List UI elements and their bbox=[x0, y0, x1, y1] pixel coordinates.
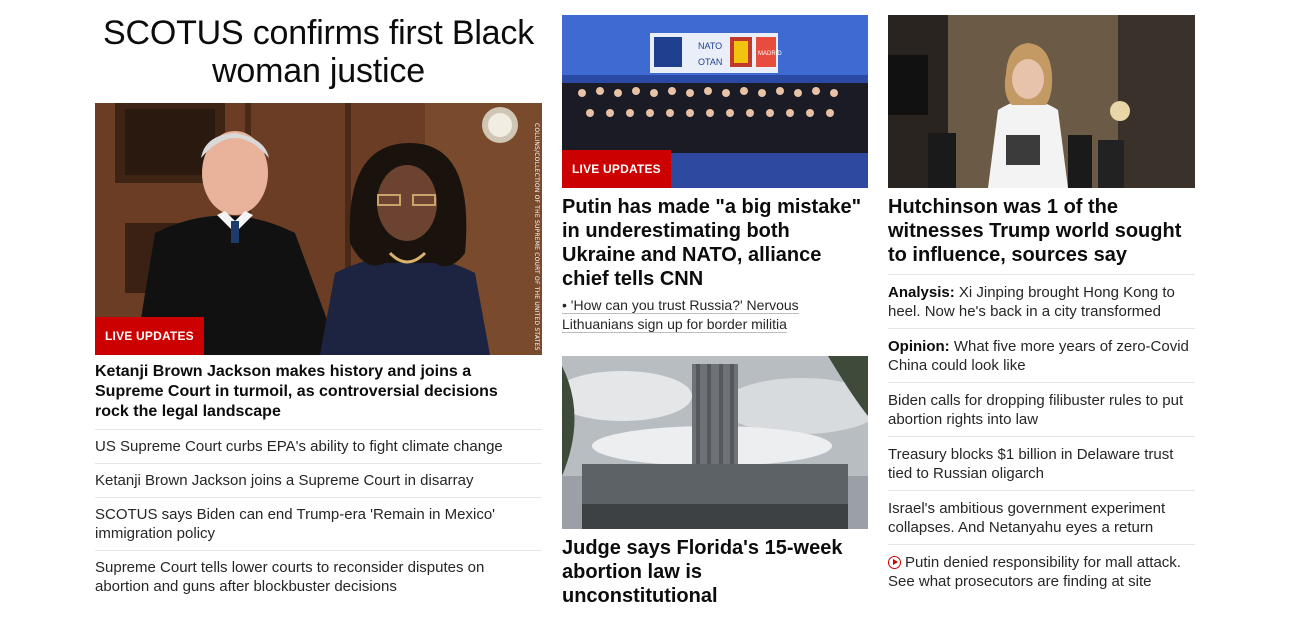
scotus-justices-image[interactable]: COLLINS/COLLECTION OF THE SUPREME COURT … bbox=[95, 103, 542, 355]
live-updates-badge: LIVE UPDATES bbox=[95, 317, 204, 355]
list-item[interactable]: Supreme Court tells lower courts to reco… bbox=[95, 550, 542, 603]
story-text: Biden calls for dropping filibuster rule… bbox=[888, 392, 1184, 428]
hutchinson-headline-link[interactable]: Hutchinson was 1 of the witnesses Trump … bbox=[888, 195, 1195, 267]
florida-abortion-headline-link[interactable]: Judge says Florida's 15-week abortion la… bbox=[562, 536, 862, 608]
list-item[interactable]: SCOTUS says Biden can end Trump-era 'Rem… bbox=[95, 497, 542, 550]
list-item[interactable]: Biden calls for dropping filibuster rule… bbox=[888, 382, 1195, 436]
hutchinson-photo bbox=[888, 15, 1195, 188]
story-prefix: Analysis: bbox=[888, 284, 955, 301]
otan-banner-text: OTAN bbox=[698, 57, 722, 67]
nato-headline-link[interactable]: Putin has made "a big mistake" in undere… bbox=[562, 195, 862, 291]
list-item[interactable]: Ketanji Brown Jackson joins a Supreme Co… bbox=[95, 463, 542, 497]
sublink-text: • 'How can you trust Russia?' Nervous Li… bbox=[562, 297, 799, 333]
hutchinson-image[interactable] bbox=[888, 15, 1195, 188]
list-item[interactable]: Analysis: Xi Jinping brought Hong Kong t… bbox=[888, 274, 1195, 328]
list-item[interactable]: Putin denied responsibility for mall att… bbox=[888, 544, 1195, 598]
play-video-icon bbox=[888, 556, 901, 569]
story-prefix: Opinion: bbox=[888, 338, 950, 355]
story-text: Putin denied responsibility for mall att… bbox=[888, 554, 1181, 590]
more-stories-list: Analysis: Xi Jinping brought Hong Kong t… bbox=[888, 274, 1195, 598]
story-text: Israel's ambitious government experiment… bbox=[888, 500, 1166, 536]
nato-summit-image[interactable]: NATO OTAN MADRID LIVE UPDATES bbox=[562, 15, 868, 188]
list-item[interactable]: US Supreme Court curbs EPA's ability to … bbox=[95, 429, 542, 463]
madrid-banner-text: MADRID bbox=[758, 51, 782, 57]
florida-capitol-photo bbox=[562, 356, 868, 529]
list-item[interactable]: Treasury blocks $1 billion in Delaware t… bbox=[888, 436, 1195, 490]
florida-capitol-image[interactable] bbox=[562, 356, 868, 529]
lead-story-link[interactable]: Ketanji Brown Jackson makes history and … bbox=[95, 362, 535, 422]
list-item[interactable]: Israel's ambitious government experiment… bbox=[888, 490, 1195, 544]
image-credit: COLLINS/COLLECTION OF THE SUPREME COURT … bbox=[533, 123, 540, 351]
nato-banner-text: NATO bbox=[698, 41, 722, 51]
live-updates-badge: LIVE UPDATES bbox=[562, 150, 671, 188]
main-headline[interactable]: SCOTUS confirms first Black woman justic… bbox=[95, 14, 542, 90]
story-text: Treasury blocks $1 billion in Delaware t… bbox=[888, 446, 1174, 482]
lithuania-sublink[interactable]: • 'How can you trust Russia?' Nervous Li… bbox=[562, 296, 862, 334]
related-links-list: US Supreme Court curbs EPA's ability to … bbox=[95, 429, 542, 603]
list-item[interactable]: Opinion: What five more years of zero-Co… bbox=[888, 328, 1195, 382]
